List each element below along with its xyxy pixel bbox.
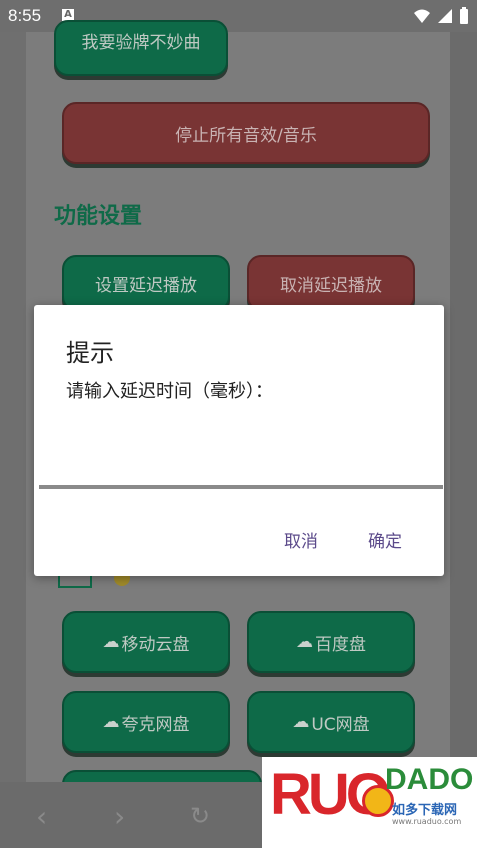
status-time: 8:55 xyxy=(8,6,42,25)
watermark-logo: RUO DADO 如多下载网 www.ruaduo.com xyxy=(262,757,477,848)
cloud-uc-button[interactable]: ☁ UC网盘 xyxy=(247,691,415,753)
cloud-baidu-button[interactable]: ☁ 百度盘 xyxy=(247,611,415,673)
delay-input-dialog: 提示 请输入延迟时间（毫秒）： 取消 确定 xyxy=(34,305,444,576)
cloud-baidu-label: 百度盘 xyxy=(315,634,366,655)
dialog-message: 请输入延迟时间（毫秒）： xyxy=(66,381,273,402)
watermark-brand-right: DADO xyxy=(385,763,474,796)
dialog-title: 提示 xyxy=(66,339,114,367)
cloud-quark-label: 夸克网盘 xyxy=(121,714,190,735)
signal-icon xyxy=(438,9,452,23)
status-right xyxy=(413,7,469,25)
watermark-cn: 如多下载网 xyxy=(392,803,458,818)
watermark-url: www.ruaduo.com xyxy=(392,817,462,826)
section-title: 功能设置 xyxy=(54,204,143,229)
cloud-icon: ☁ xyxy=(102,632,120,652)
cloud-icon: ☁ xyxy=(292,712,310,732)
wifi-icon xyxy=(414,9,430,23)
back-icon[interactable]: ‹ xyxy=(36,800,47,833)
cloud-icon: ☁ xyxy=(296,632,313,652)
set-delay-button[interactable]: 设置延迟播放 xyxy=(62,255,230,311)
cloud-uc-label: UC网盘 xyxy=(311,714,370,735)
cloud-mobile-button[interactable]: ☁ 移动云盘 xyxy=(62,611,230,673)
cloud-mobile-label: 移动云盘 xyxy=(121,634,190,655)
battery-icon xyxy=(460,7,468,24)
scrim-edge xyxy=(450,32,477,782)
dialog-cancel-button[interactable]: 取消 xyxy=(284,527,318,552)
refresh-icon[interactable]: ↻ xyxy=(190,802,210,830)
top-partial-button[interactable]: 我要验牌不妙曲 xyxy=(54,20,228,76)
forward-icon[interactable]: › xyxy=(114,800,125,833)
delay-input[interactable] xyxy=(39,485,443,489)
cloud-quark-button[interactable]: ☁ 夸克网盘 xyxy=(62,691,230,753)
cancel-delay-button[interactable]: 取消延迟播放 xyxy=(247,255,415,311)
cloud-icon: ☁ xyxy=(102,712,120,732)
dialog-confirm-button[interactable]: 确定 xyxy=(368,527,402,552)
stop-all-sounds-button[interactable]: 停止所有音效/音乐 xyxy=(62,102,430,164)
